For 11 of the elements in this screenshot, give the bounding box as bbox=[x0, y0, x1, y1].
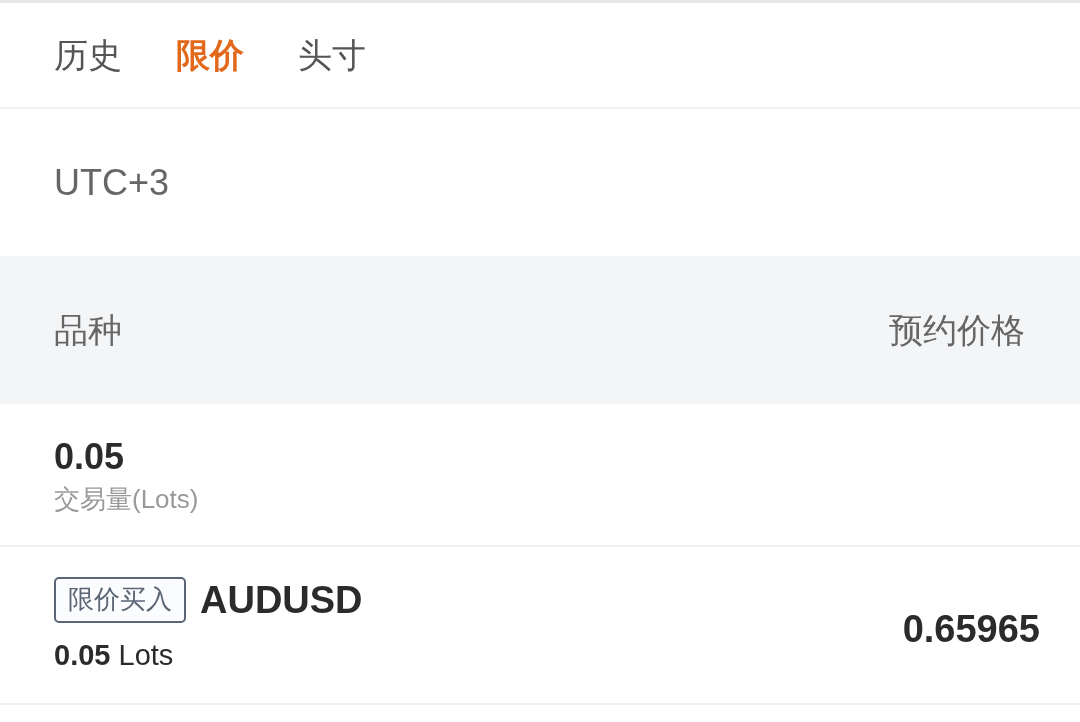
column-header: 预约价格 bbox=[889, 309, 1025, 351]
timezone-label: UTC+3 bbox=[54, 160, 170, 205]
limit-price: 0.65965 bbox=[902, 606, 1040, 652]
order-type-tag: 限价买入 bbox=[54, 576, 186, 623]
symbol-name: AUDUSD bbox=[200, 580, 363, 619]
volume-label: 交易量(Lots) bbox=[54, 482, 199, 516]
tab[interactable]: 历史 bbox=[54, 34, 122, 76]
column-header: 品种 bbox=[54, 309, 122, 351]
volume-value: 0.05 bbox=[54, 434, 125, 479]
order-volume: 0.05 Lots bbox=[54, 637, 174, 673]
tab[interactable]: 头寸 bbox=[298, 34, 366, 76]
